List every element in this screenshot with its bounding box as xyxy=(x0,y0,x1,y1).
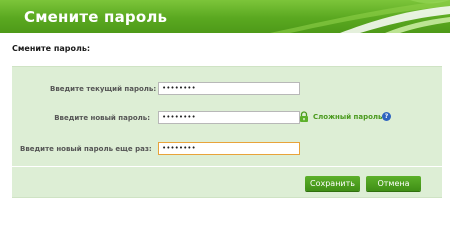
panel-divider xyxy=(12,166,442,167)
question-mark-icon[interactable]: ? xyxy=(382,112,391,121)
page-title: Смените пароль xyxy=(24,8,168,26)
confirm-password-label: Введите новый пароль еще раз: xyxy=(20,145,152,153)
new-password-input[interactable]: •••••••• xyxy=(158,111,300,124)
section-label: Смените пароль: xyxy=(12,44,91,53)
new-password-label: Введите новый пароль: xyxy=(54,114,150,122)
password-strength-link[interactable]: Сложный пароль xyxy=(313,113,382,121)
page-header: Смените пароль xyxy=(0,0,450,33)
save-button[interactable]: Сохранить xyxy=(305,176,360,191)
lock-icon xyxy=(300,111,308,122)
cancel-button[interactable]: Отмена xyxy=(366,176,421,191)
current-password-input[interactable]: •••••••• xyxy=(158,82,300,95)
header-swoosh-decoration xyxy=(270,0,450,33)
confirm-password-input[interactable]: •••••••• xyxy=(158,142,300,155)
current-password-label: Введите текущий пароль: xyxy=(50,85,157,93)
change-password-page: Смените пароль Смените пароль: Введите т… xyxy=(0,0,450,247)
